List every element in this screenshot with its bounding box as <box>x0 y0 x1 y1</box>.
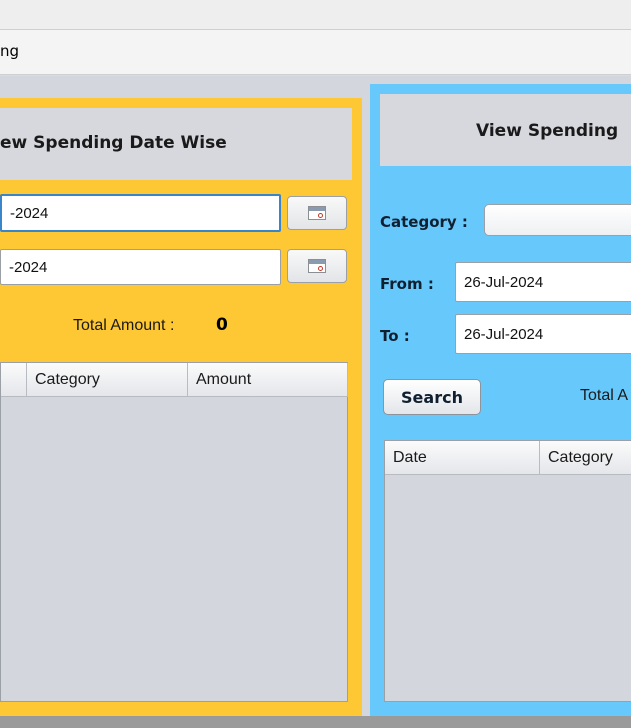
category-wise-to-value: 26-Jul-2024 <box>464 325 544 343</box>
date-wise-from-field[interactable]: -2024 <box>0 194 281 232</box>
tab-label[interactable]: ng <box>0 42 19 60</box>
category-wise-title: View Spending <box>476 121 619 141</box>
window-titlebar <box>0 0 631 30</box>
category-label: Category : <box>380 213 468 231</box>
date-wise-total-label: Total Amount : <box>73 317 175 334</box>
category-select[interactable] <box>484 204 631 236</box>
date-wise-to-value: -2024 <box>9 258 48 276</box>
calendar-icon <box>308 206 326 220</box>
category-wise-from-field[interactable]: 26-Jul-2024 <box>455 262 631 302</box>
date-wise-to-calendar-button[interactable] <box>287 249 347 283</box>
date-wise-title: ew Spending Date Wise <box>0 133 227 153</box>
date-wise-to-field[interactable]: -2024 <box>0 249 281 285</box>
table-header-date[interactable]: Date <box>385 441 540 475</box>
window-bottom-edge <box>0 716 631 728</box>
category-wise-total-label: Total A <box>580 387 629 404</box>
date-wise-from-value: -2024 <box>10 204 49 222</box>
tab-strip <box>0 30 631 75</box>
category-wise-from-value: 26-Jul-2024 <box>464 273 544 291</box>
search-button[interactable]: Search <box>383 379 481 415</box>
to-label: To : <box>380 327 410 345</box>
date-wise-table[interactable]: Category Amount <box>0 362 348 702</box>
date-wise-from-calendar-button[interactable] <box>287 196 347 230</box>
calendar-icon <box>308 259 326 273</box>
from-label: From : <box>380 275 434 293</box>
table-header-category[interactable]: Category <box>540 441 631 475</box>
table-header-category[interactable]: Category <box>27 363 188 397</box>
category-wise-to-field[interactable]: 26-Jul-2024 <box>455 314 631 354</box>
table-header-cell[interactable] <box>1 363 27 397</box>
date-wise-total-value: 0 <box>216 315 228 335</box>
category-wise-table[interactable]: Date Category <box>384 440 631 702</box>
table-header-amount[interactable]: Amount <box>188 363 348 397</box>
